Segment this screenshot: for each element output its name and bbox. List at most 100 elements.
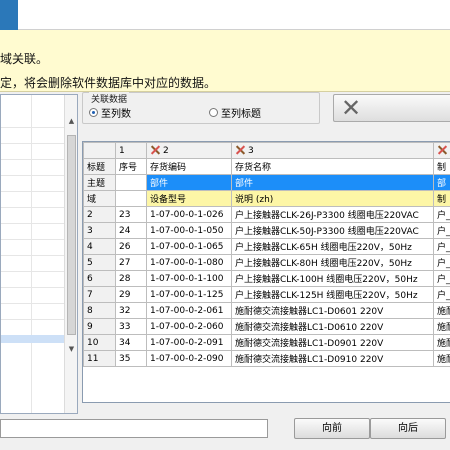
radio-unselected-icon[interactable]: [209, 108, 218, 117]
left-list-row[interactable]: [1, 207, 65, 224]
radio-to-column-number[interactable]: 至列数: [89, 105, 131, 120]
table-row[interactable]: 3 24 1-07-00-0-1-050 户上接触器CLK-50J-P3300 线圈电…: [83, 222, 450, 239]
left-list-row[interactable]: [1, 143, 65, 160]
table-row[interactable]: 9 33 1-07-00-0-2-060 施耐德交流接触器LC1-D0610 220V…: [83, 318, 450, 335]
table-cell[interactable]: 32: [115, 302, 147, 319]
radio-to-column-title[interactable]: 至列标题: [209, 105, 261, 120]
field-cell[interactable]: 制: [433, 190, 450, 207]
table-row[interactable]: 7 29 1-07-00-0-1-125 户上接触器CLK-125H 线圈电压220V…: [83, 286, 450, 303]
table-row[interactable]: 4 26 1-07-00-0-1-065 户上接触器CLK-65H 线圈电压220V，…: [83, 238, 450, 255]
table-cell[interactable]: 存货名称: [231, 158, 434, 175]
table-row[interactable]: 11 35 1-07-00-0-2-090 施耐德交流接触器LC1-D0910 220…: [83, 350, 450, 367]
table-cell[interactable]: 施耐德交流接触器LC1-D0610 220V: [231, 318, 434, 335]
left-list-row[interactable]: [1, 175, 65, 192]
table-cell[interactable]: 34: [115, 334, 147, 351]
left-list-row[interactable]: [1, 127, 65, 144]
table-row[interactable]: 6 28 1-07-00-0-1-100 户上接触器CLK-100H 线圈电压220V…: [83, 270, 450, 287]
table-cell[interactable]: [115, 174, 147, 191]
table-cell[interactable]: 1-07-00-0-1-100: [146, 270, 232, 287]
left-list-row[interactable]: [1, 319, 65, 336]
table-cell[interactable]: 户_: [433, 238, 450, 255]
left-list-row[interactable]: [1, 111, 65, 128]
table-cell[interactable]: 26: [115, 238, 147, 255]
table-cell[interactable]: 户上接触器CLK-100H 线圈电压220V，50Hz: [231, 270, 434, 287]
table-cell[interactable]: 户_: [433, 270, 450, 287]
left-list-row[interactable]: [1, 239, 65, 256]
table-cell[interactable]: 1-07-00-0-2-091: [146, 334, 232, 351]
table-cell[interactable]: 1-07-00-0-1-125: [146, 286, 232, 303]
clear-association-button[interactable]: ✕: [333, 94, 450, 122]
column-number-header[interactable]: 2: [146, 142, 232, 159]
subject-cell[interactable]: 部件: [146, 174, 232, 191]
table-cell[interactable]: 户_: [433, 286, 450, 303]
column-number-header[interactable]: 1: [115, 142, 147, 159]
table-cell[interactable]: 1-07-00-0-2-090: [146, 350, 232, 367]
column-number-header[interactable]: [433, 142, 450, 159]
table-cell[interactable]: [115, 190, 147, 207]
scroll-up-arrow-icon[interactable]: ▲: [67, 117, 76, 126]
table-cell[interactable]: 户_: [433, 222, 450, 239]
table-row[interactable]: 2 23 1-07-00-0-1-026 户上接触器CLK-26J-P3300 线圈电…: [83, 206, 450, 223]
table-cell[interactable]: 1-07-00-0-1-065: [146, 238, 232, 255]
table-cell[interactable]: 29: [115, 286, 147, 303]
left-list-row[interactable]: [1, 287, 65, 304]
row-header: 8: [83, 302, 116, 319]
data-grid[interactable]: 1 2 3 标题 序号 存货编码 存货名称 制 主题 部件 部件 部 域 设备型…: [82, 141, 450, 403]
field-cell[interactable]: 设备型号: [146, 190, 232, 207]
table-cell[interactable]: 施耐: [433, 350, 450, 367]
field-cell[interactable]: 说明 (zh): [231, 190, 434, 207]
table-cell[interactable]: 施耐: [433, 334, 450, 351]
table-cell[interactable]: 23: [115, 206, 147, 223]
table-cell[interactable]: 35: [115, 350, 147, 367]
left-list-selected-row[interactable]: [1, 335, 65, 343]
table-cell[interactable]: 施耐: [433, 318, 450, 335]
table-row[interactable]: 10 34 1-07-00-0-2-091 施耐德交流接触器LC1-D0901 220…: [83, 334, 450, 351]
row-header: 主题: [83, 174, 116, 191]
table-cell[interactable]: 27: [115, 254, 147, 271]
previous-button[interactable]: 向前: [294, 418, 370, 439]
table-cell[interactable]: 1-07-00-0-1-050: [146, 222, 232, 239]
scroll-down-arrow-icon[interactable]: ▼: [67, 345, 76, 354]
radio-selected-icon[interactable]: [89, 108, 98, 117]
left-list-row[interactable]: [1, 255, 65, 272]
subject-cell[interactable]: 部件: [231, 174, 434, 191]
table-cell[interactable]: 户上接触器CLK-65H 线圈电压220V，50Hz: [231, 238, 434, 255]
left-list-scrollbar[interactable]: ▲ ▼: [64, 95, 77, 413]
table-cell[interactable]: 24: [115, 222, 147, 239]
row-header: 11: [83, 350, 116, 367]
left-list-row[interactable]: [1, 191, 65, 208]
table-cell[interactable]: 户上接触器CLK-26J-P3300 线圈电压220VAC: [231, 206, 434, 223]
table-cell[interactable]: 1-07-00-0-2-060: [146, 318, 232, 335]
table-cell[interactable]: 户_: [433, 206, 450, 223]
table-cell[interactable]: 序号: [115, 158, 147, 175]
left-list-row[interactable]: [1, 223, 65, 240]
table-cell[interactable]: 施耐德交流接触器LC1-D0901 220V: [231, 334, 434, 351]
row-header: 域: [83, 190, 116, 207]
table-cell[interactable]: 存货编码: [146, 158, 232, 175]
table-cell[interactable]: 施耐德交流接触器LC1-D0601 220V: [231, 302, 434, 319]
table-cell[interactable]: 户上接触器CLK-50J-P3300 线圈电压220VAC: [231, 222, 434, 239]
table-cell[interactable]: 33: [115, 318, 147, 335]
table-row[interactable]: 8 32 1-07-00-0-2-061 施耐德交流接触器LC1-D0601 220V…: [83, 302, 450, 319]
table-cell[interactable]: 户_: [433, 254, 450, 271]
left-list-row[interactable]: [1, 159, 65, 176]
table-row[interactable]: 5 27 1-07-00-0-1-080 户上接触器CLK-80H 线圈电压220V，…: [83, 254, 450, 271]
subject-cell[interactable]: 部: [433, 174, 450, 191]
table-cell[interactable]: 1-07-00-0-2-061: [146, 302, 232, 319]
corner-cell: [83, 142, 116, 159]
table-cell[interactable]: 28: [115, 270, 147, 287]
left-list-row[interactable]: [1, 271, 65, 288]
left-list-row[interactable]: [1, 303, 65, 320]
table-cell[interactable]: 户上接触器CLK-80H 线圈电压220V，50Hz: [231, 254, 434, 271]
table-cell[interactable]: 1-07-00-0-1-026: [146, 206, 232, 223]
table-cell[interactable]: 制: [433, 158, 450, 175]
table-cell[interactable]: 1-07-00-0-1-080: [146, 254, 232, 271]
table-cell[interactable]: 施耐: [433, 302, 450, 319]
left-list-panel[interactable]: ▲ ▼: [0, 94, 78, 414]
window-title-accent: [0, 0, 18, 30]
table-cell[interactable]: 户上接触器CLK-125H 线圈电压220V，50Hz: [231, 286, 434, 303]
next-button[interactable]: 向后: [370, 418, 446, 439]
table-cell[interactable]: 施耐德交流接触器LC1-D0910 220V: [231, 350, 434, 367]
column-number-header[interactable]: 3: [231, 142, 434, 159]
scroll-thumb[interactable]: [67, 135, 76, 335]
